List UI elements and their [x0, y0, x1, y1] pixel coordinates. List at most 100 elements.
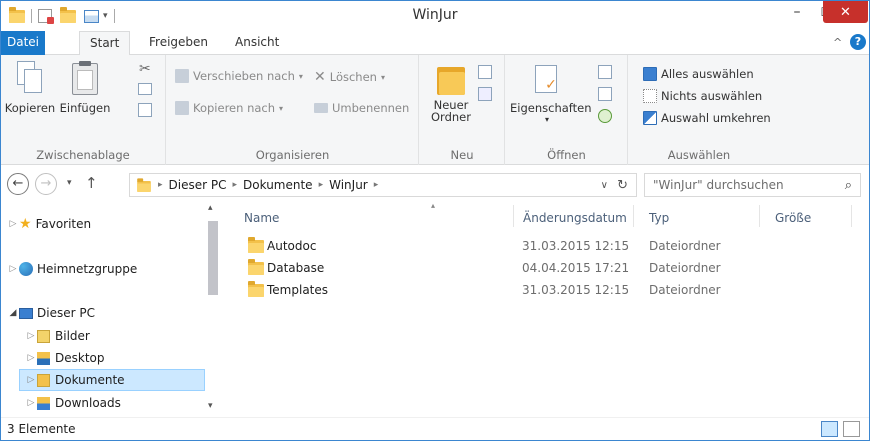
- copy-button[interactable]: Kopieren: [3, 61, 57, 115]
- group-clipboard: Kopieren Einfügen ✂ Zwischenablage: [1, 55, 166, 165]
- group-new: Neuer Ordner Neu: [420, 55, 505, 165]
- column-header-size[interactable]: Größe: [775, 211, 811, 225]
- column-header-type[interactable]: Typ: [649, 211, 669, 225]
- scroll-up-icon[interactable]: ▴: [208, 203, 213, 213]
- collapse-icon[interactable]: ◢: [7, 308, 19, 318]
- homegroup-icon: [19, 262, 33, 276]
- breadcrumb-winjur[interactable]: WinJur: [329, 178, 368, 192]
- refresh-icon[interactable]: ↻: [617, 178, 628, 193]
- paste-button[interactable]: Einfügen: [57, 61, 113, 115]
- history-icon[interactable]: [598, 109, 612, 123]
- up-icon[interactable]: ↑: [85, 174, 98, 192]
- desktop-icon: [37, 351, 50, 365]
- paste-shortcut-icon[interactable]: [138, 103, 152, 117]
- new-folder-button[interactable]: Neuer Ordner: [428, 63, 474, 123]
- help-icon[interactable]: ?: [850, 34, 866, 50]
- item-count: 3 Elemente: [7, 422, 76, 436]
- expand-icon[interactable]: ▷: [25, 331, 37, 341]
- nav-item-favorites[interactable]: ▷ ★ Favoriten: [7, 213, 92, 235]
- copy-icon: [17, 61, 43, 95]
- nav-item-documents[interactable]: ▷ Dokumente: [19, 369, 205, 391]
- new-folder-icon: [437, 63, 465, 95]
- select-none-icon: [643, 89, 657, 103]
- move-to-button[interactable]: Verschieben nach ▾: [175, 69, 303, 83]
- table-row[interactable]: Autodoc 31.03.2015 12:15 Dateiordner: [243, 235, 843, 257]
- copy-path-icon[interactable]: [138, 83, 152, 95]
- details-view-icon[interactable]: [821, 421, 838, 437]
- invert-selection-button[interactable]: Auswahl umkehren: [643, 111, 771, 125]
- breadcrumb-this-pc[interactable]: Dieser PC: [169, 178, 227, 192]
- breadcrumb-separator-icon: ▸: [318, 180, 324, 190]
- delete-icon: ✕: [314, 69, 326, 85]
- address-bar[interactable]: ▸ Dieser PC ▸ Dokumente ▸ WinJur ▸ ∨ ↻: [129, 173, 637, 197]
- group-label: Zwischenablage: [36, 148, 130, 162]
- chevron-down-icon: ▾: [544, 115, 549, 124]
- select-none-button[interactable]: Nichts auswählen: [643, 89, 762, 103]
- folder-icon: [248, 259, 264, 275]
- group-select: Alles auswählen Nichts auswählen Auswahl…: [629, 55, 771, 165]
- scrollbar-thumb[interactable]: [208, 221, 218, 295]
- nav-item-homegroup[interactable]: ▷ Heimnetzgruppe: [7, 258, 137, 280]
- tab-start[interactable]: Start: [79, 31, 131, 56]
- cut-icon[interactable]: ✂: [139, 61, 151, 77]
- group-label: Auswählen: [667, 148, 731, 162]
- documents-icon: [37, 373, 50, 387]
- forward-button[interactable]: →: [35, 173, 57, 195]
- nav-item-this-pc[interactable]: ◢ Dieser PC: [7, 302, 95, 324]
- breadcrumb-separator-icon: ▸: [373, 180, 379, 190]
- navigation-pane: ▷ ★ Favoriten ▷ Heimnetzgruppe ◢ Dieser …: [1, 199, 221, 417]
- expand-icon[interactable]: ▷: [7, 219, 19, 229]
- delete-button[interactable]: ✕ Löschen ▾: [314, 69, 385, 85]
- tab-share[interactable]: Freigeben: [139, 31, 218, 55]
- column-header-name[interactable]: Name: [244, 211, 279, 225]
- column-header-date[interactable]: Änderungsdatum: [523, 211, 627, 225]
- nav-item-downloads[interactable]: ▷ Downloads: [25, 392, 121, 414]
- explorer-window: ▾ WinJur – ☐ ✕ Datei Start Freigeben Ans…: [0, 0, 870, 441]
- large-icons-view-icon[interactable]: [843, 421, 860, 437]
- folder-icon: [248, 281, 264, 297]
- invert-selection-icon: [643, 111, 657, 125]
- edit-icon[interactable]: [598, 87, 612, 101]
- computer-icon: [19, 307, 33, 319]
- column-separator[interactable]: [759, 205, 760, 227]
- breadcrumb-documents[interactable]: Dokumente: [243, 178, 313, 192]
- group-open: ✓ Eigenschaften ▾ Öffnen: [506, 55, 628, 165]
- rename-icon: [314, 103, 328, 113]
- close-button[interactable]: ✕: [823, 1, 868, 23]
- breadcrumb-separator-icon: ▸: [158, 180, 163, 190]
- sort-asc-icon: ▴: [431, 201, 436, 210]
- properties-button[interactable]: ✓ Eigenschaften ▾: [510, 65, 592, 124]
- search-input[interactable]: "WinJur" durchsuchen ⌕: [644, 173, 861, 197]
- easy-access-icon[interactable]: [478, 87, 492, 101]
- minimize-button[interactable]: –: [783, 1, 811, 23]
- expand-icon[interactable]: ▷: [7, 264, 19, 274]
- recent-locations-icon[interactable]: ▾: [67, 178, 72, 188]
- rename-button[interactable]: Umbenennen: [314, 101, 409, 115]
- nav-item-pictures[interactable]: ▷ Bilder: [25, 325, 90, 347]
- column-separator[interactable]: [633, 205, 634, 227]
- file-list: ▴ Name Änderungsdatum Typ Größe Autodoc …: [223, 199, 869, 417]
- back-button[interactable]: ←: [7, 173, 29, 195]
- expand-icon[interactable]: ▷: [25, 353, 37, 363]
- new-item-icon[interactable]: [478, 65, 492, 79]
- open-icon[interactable]: [598, 65, 612, 79]
- tab-view[interactable]: Ansicht: [225, 31, 289, 55]
- address-dropdown-icon[interactable]: ∨: [601, 180, 608, 191]
- tab-file[interactable]: Datei: [1, 31, 45, 55]
- collapse-ribbon-icon[interactable]: ^: [833, 36, 842, 49]
- pictures-icon: [37, 329, 50, 343]
- nav-scrollbar[interactable]: ▴ ▾: [205, 199, 221, 417]
- column-separator[interactable]: [513, 205, 514, 227]
- window-title: WinJur: [412, 7, 458, 23]
- move-to-icon: [175, 69, 189, 83]
- expand-icon[interactable]: ▷: [25, 398, 37, 408]
- select-all-button[interactable]: Alles auswählen: [643, 67, 754, 81]
- column-separator[interactable]: [851, 205, 852, 227]
- scroll-down-icon[interactable]: ▾: [208, 401, 213, 411]
- expand-icon[interactable]: ▷: [25, 375, 37, 385]
- group-label: Organisieren: [255, 148, 330, 162]
- nav-item-desktop[interactable]: ▷ Desktop: [25, 347, 105, 369]
- table-row[interactable]: Templates 31.03.2015 12:15 Dateiordner: [243, 279, 843, 301]
- copy-to-button[interactable]: Kopieren nach ▾: [175, 101, 283, 115]
- table-row[interactable]: Database 04.04.2015 17:21 Dateiordner: [243, 257, 843, 279]
